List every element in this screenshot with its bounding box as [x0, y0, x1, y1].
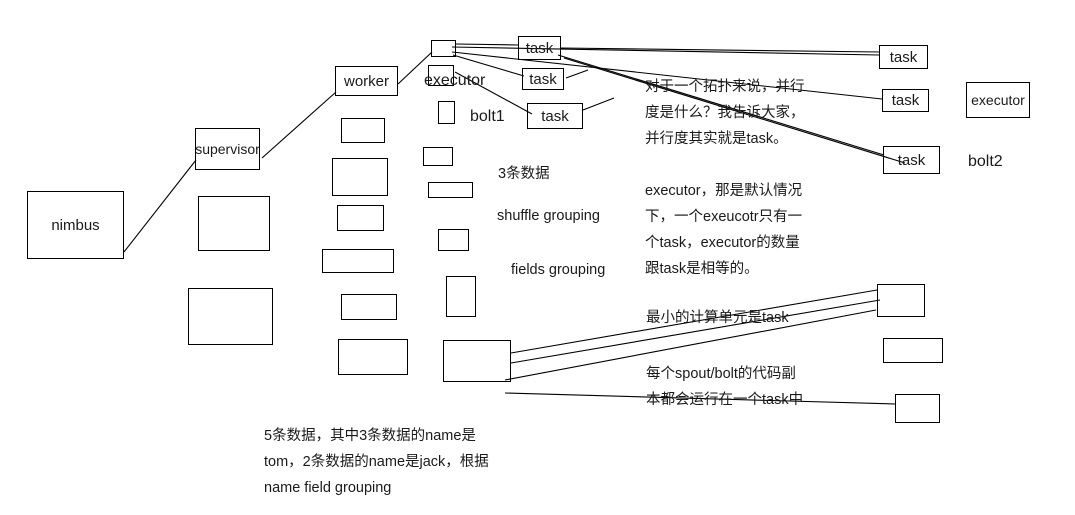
diagram-canvas: nimbus supervisor worker task task task task ta…: [0, 0, 1075, 515]
node-box-executor-1[interactable]: [431, 40, 456, 57]
label-executor-left: executor: [424, 72, 486, 89]
node-box-wk-empty-2[interactable]: [332, 158, 388, 196]
node-box-executor-8[interactable]: [443, 340, 511, 382]
note-smallest-unit: 最小的计算单元是task: [646, 305, 789, 331]
note-fields: fields grouping: [511, 257, 605, 283]
node-box-label: task: [889, 48, 918, 66]
node-box-supervisor[interactable]: supervisor: [195, 128, 260, 170]
note-code-copy: 每个spout/bolt的代码副 本都会运行在一个task中: [646, 361, 803, 413]
node-box-worker[interactable]: worker: [335, 66, 398, 96]
label-bolt2: bolt2: [968, 153, 1003, 170]
node-box-label: task: [891, 92, 920, 109]
connector-taskc2-stub: [565, 69, 589, 79]
node-box-wk-empty-1[interactable]: [341, 118, 385, 143]
connector-executor1-to-taskc1: [455, 43, 519, 46]
node-box-wk-empty-6[interactable]: [338, 339, 408, 375]
note-five-records: 5条数据，其中3条数据的name是 tom，2条数据的name是jack，根据 na…: [264, 423, 489, 501]
node-box-label: nimbus: [51, 216, 100, 234]
annotation-line: fields grouping: [511, 262, 606, 278]
connector-executor1-to-taskr1: [451, 46, 880, 56]
node-box-task-c1[interactable]: task: [518, 36, 561, 60]
annotation-line: 本都会运行在一个task中: [646, 392, 804, 408]
node-box-br-empty-3[interactable]: [895, 394, 940, 423]
annotation-line: 下，一个exeucotr只有一: [645, 209, 803, 225]
annotation-line: 最小的计算单元是task: [646, 310, 789, 326]
annotation-line: executor，那是默认情况: [645, 183, 803, 199]
node-box-sup-empty-1[interactable]: [198, 196, 270, 251]
node-box-label: task: [529, 70, 557, 88]
node-box-wk-empty-5[interactable]: [341, 294, 397, 320]
annotation-line: 每个spout/bolt的代码副: [646, 366, 796, 382]
note-parallelism: 对于一个拓扑来说，并行 度是什么？我告诉大家， 并行度其实就是task。: [645, 74, 805, 152]
annotation-line: 并行度其实就是task。: [645, 131, 788, 147]
node-box-br-empty-1[interactable]: [877, 284, 925, 317]
connector-nimbus-to-supervisor: [123, 159, 197, 253]
annotation-line: 5条数据，其中3条数据的name是: [264, 428, 476, 444]
annotation-line: 跟task是相等的。: [645, 261, 759, 277]
node-box-executor-5[interactable]: [428, 182, 473, 198]
node-box-label: worker: [343, 72, 389, 90]
node-box-br-empty-2[interactable]: [883, 338, 943, 363]
node-box-wk-empty-4[interactable]: [322, 249, 394, 273]
node-box-executor-r[interactable]: executor: [966, 82, 1030, 118]
annotation-line: tom，2条数据的name是jack，根据: [264, 454, 489, 470]
note-shuffle: shuffle grouping: [497, 203, 600, 229]
annotation-line: shuffle grouping: [497, 208, 600, 224]
label-bolt1: bolt1: [470, 108, 505, 125]
node-box-executor-4[interactable]: [423, 147, 453, 166]
note-3-records: 3条数据: [498, 161, 550, 187]
node-box-label: task: [541, 107, 569, 125]
connector-taskc3-stub: [582, 97, 615, 111]
node-box-sup-empty-2[interactable]: [188, 288, 273, 345]
node-box-task-r2[interactable]: task: [882, 89, 929, 112]
node-box-task-c2[interactable]: task: [522, 68, 564, 90]
annotation-line: 个task，executor的数量: [645, 235, 800, 251]
node-box-executor-6[interactable]: [438, 229, 469, 251]
node-box-label: task: [525, 39, 554, 57]
annotation-line: 3条数据: [498, 166, 550, 182]
note-executor-default: executor，那是默认情况 下，一个exeucotr只有一 个task，exec…: [645, 178, 802, 282]
node-box-label: executor: [971, 92, 1025, 108]
annotation-line: 度是什么？我告诉大家，: [645, 105, 805, 121]
node-box-label: supervisor: [195, 141, 260, 157]
connector-taskc1-to-far-right: [560, 47, 881, 53]
node-box-task-c3[interactable]: task: [527, 103, 583, 129]
annotation-line: 对于一个拓扑来说，并行: [645, 79, 805, 95]
connector-supervisor-to-worker: [261, 91, 337, 159]
node-box-wk-empty-3[interactable]: [337, 205, 384, 231]
node-box-executor-3[interactable]: [438, 101, 455, 124]
node-box-executor-7[interactable]: [446, 276, 476, 317]
node-box-label: task: [897, 151, 926, 169]
node-box-task-r3[interactable]: task: [883, 146, 940, 174]
node-box-task-r1[interactable]: task: [879, 45, 928, 69]
annotation-line: name field grouping: [264, 480, 392, 496]
node-box-nimbus[interactable]: nimbus: [27, 191, 124, 259]
